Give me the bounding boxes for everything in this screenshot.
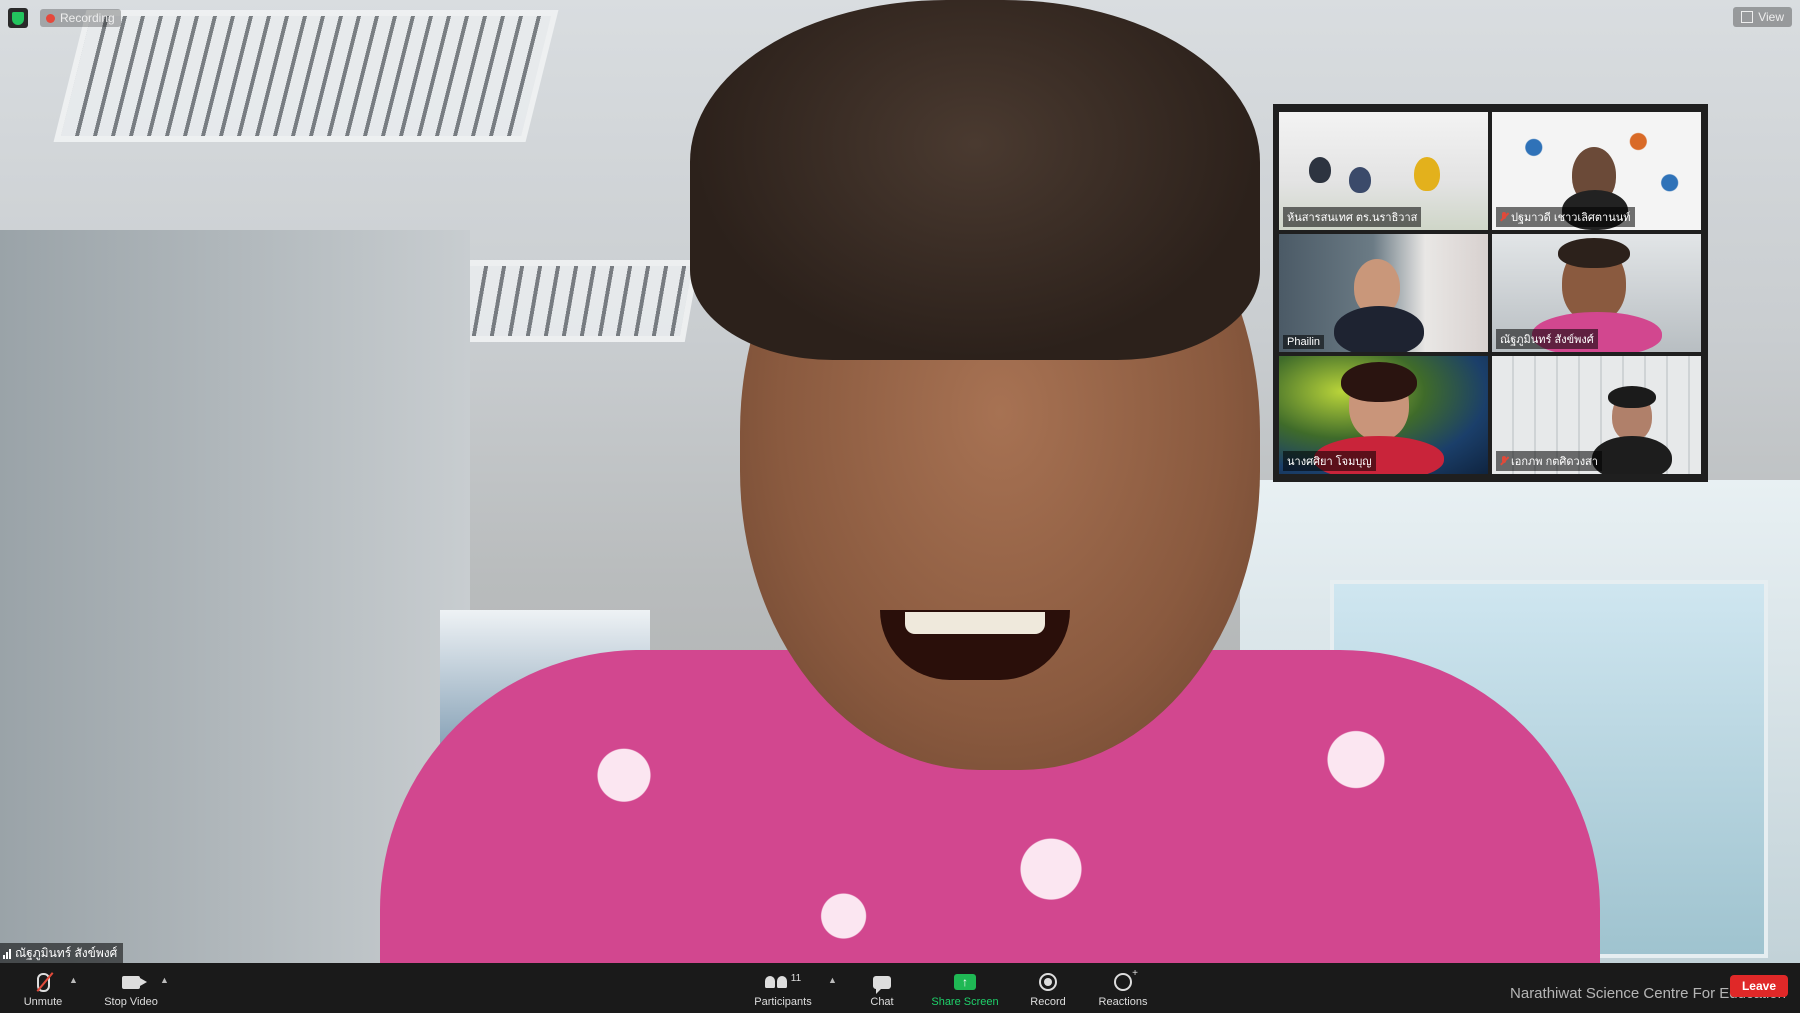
record-button[interactable]: Record [1026, 963, 1070, 1013]
meeting-toolbar: Unmute ▲ Stop Video ▲ 11 Participants ▲ … [0, 963, 1800, 1013]
participant-name-text: Phailin [1287, 336, 1321, 348]
participant-gallery: ห้นสารสนเทศ ตร.นราธิวาส ปฐมาวดี เชาวเลิศ… [1273, 104, 1708, 482]
participants-count: 11 [790, 972, 802, 984]
reactions-smiley-icon [1114, 968, 1138, 991]
participant-name-text: ห้นสารสนเทศ ตร.นราธิวาส [1287, 212, 1418, 224]
video-options-chevron-icon[interactable]: ▲ [160, 975, 169, 985]
reactions-label: Reactions [1098, 996, 1148, 1008]
view-button[interactable]: View [1733, 7, 1792, 27]
unmute-button[interactable]: Unmute [18, 963, 68, 1013]
participant-tile[interactable]: Phailin [1279, 234, 1488, 352]
participant-name: ห้นสารสนเทศ ตร.นราธิวาส [1283, 207, 1422, 227]
chat-bubble-icon [873, 975, 891, 994]
connection-signal-icon [3, 948, 11, 959]
muted-mic-icon [1500, 212, 1508, 222]
unmute-label: Unmute [23, 996, 63, 1008]
reactions-button[interactable]: Reactions [1094, 963, 1152, 1013]
participant-tile[interactable]: ห้นสารสนเทศ ตร.นราธิวาส [1279, 112, 1488, 230]
participant-name: ณัฐภูมินทร์ สังข์พงศ์ [1496, 329, 1598, 349]
recording-indicator[interactable]: Recording [40, 9, 121, 27]
record-dot-icon [46, 13, 55, 23]
chat-button[interactable]: Chat [862, 963, 902, 1013]
participant-name-text: เอกภพ กตศิดวงสา [1511, 456, 1598, 468]
share-screen-icon: ↑ [954, 974, 976, 990]
record-icon [1039, 973, 1057, 991]
participant-name-text: ณัฐภูมินทร์ สังข์พงศ์ [1500, 334, 1594, 346]
audio-options-chevron-icon[interactable]: ▲ [69, 975, 78, 985]
encryption-shield-icon[interactable] [8, 8, 28, 28]
recording-label: Recording [60, 11, 115, 25]
muted-mic-icon [1500, 456, 1508, 466]
participants-button[interactable]: 11 Participants [748, 963, 818, 1013]
video-camera-icon [122, 975, 147, 989]
participant-name-text: นางศศิยา โจมบุญ [1287, 456, 1372, 468]
view-label: View [1758, 10, 1784, 24]
speaker-name-label: ณัฐภูมินทร์ สังข์พงศ์ [0, 943, 124, 963]
participants-icon [764, 976, 787, 988]
participant-name: Phailin [1283, 335, 1325, 349]
participants-chevron-icon[interactable]: ▲ [828, 975, 837, 985]
share-screen-button[interactable]: ↑ Share Screen [928, 963, 1002, 1013]
gallery-grid-icon [1741, 11, 1754, 23]
share-screen-label: Share Screen [931, 996, 999, 1008]
stop-video-button[interactable]: Stop Video [98, 963, 164, 1013]
participant-name: เอกภพ กตศิดวงสา [1496, 451, 1602, 471]
ceiling-light [53, 10, 559, 142]
participant-name-text: ปฐมาวดี เชาวเลิศตานนท์ [1511, 212, 1631, 224]
participant-name: ปฐมาวดี เชาวเลิศตานนท์ [1496, 207, 1635, 227]
participant-tile[interactable]: เอกภพ กตศิดวงสา [1492, 356, 1701, 474]
participants-label: Participants [754, 996, 812, 1008]
leave-button[interactable]: Leave [1729, 975, 1788, 997]
speaker-teeth [905, 612, 1045, 634]
speaker-hair [690, 0, 1260, 360]
participant-tile-active[interactable]: ณัฐภูมินทร์ สังข์พงศ์ [1492, 234, 1701, 352]
participant-name: นางศศิยา โจมบุญ [1283, 451, 1376, 471]
record-label: Record [1030, 996, 1066, 1008]
stop-video-label: Stop Video [104, 996, 158, 1008]
participant-tile[interactable]: นางศศิยา โจมบุญ [1279, 356, 1488, 474]
speaker-name: ณัฐภูมินทร์ สังข์พงศ์ [15, 945, 118, 960]
chat-label: Chat [870, 996, 894, 1008]
participant-tile[interactable]: ปฐมาวดี เชาวเลิศตานนท์ [1492, 112, 1701, 230]
muted-mic-icon [36, 972, 50, 992]
